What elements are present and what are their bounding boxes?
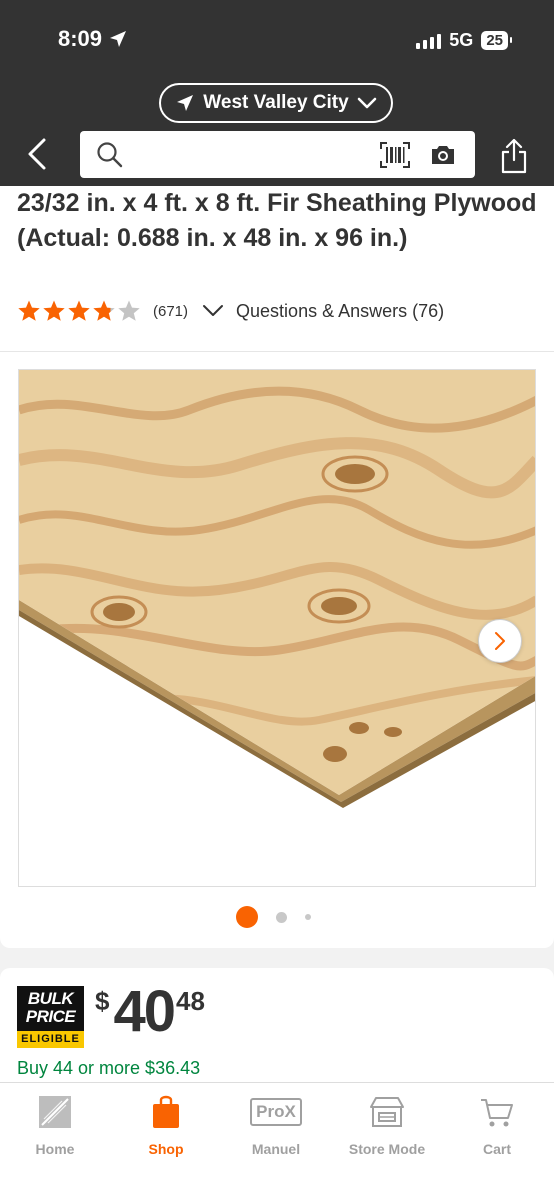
- share-button[interactable]: [498, 138, 530, 174]
- status-time: 8:09: [58, 26, 128, 52]
- chevron-down-icon[interactable]: [202, 304, 224, 318]
- pagination-dot[interactable]: [304, 914, 311, 920]
- tab-home-label: Home: [35, 1141, 75, 1157]
- product-title: 23/32 in. x 4 ft. x 8 ft. Fir Sheathing …: [17, 189, 537, 252]
- chevron-left-icon: [28, 138, 46, 170]
- gallery-pagination: [0, 906, 550, 928]
- badge-line-3: ELIGIBLE: [17, 1031, 84, 1048]
- tab-manuel[interactable]: ProX Manuel: [226, 1093, 326, 1157]
- location-arrow-icon: [110, 31, 127, 47]
- product-panel: 23/32 in. x 4 ft. x 8 ft. Fir Sheathing …: [0, 186, 554, 948]
- rating-row: (671) Questions & Answers (76): [17, 299, 444, 323]
- store-icon: [370, 1097, 404, 1127]
- tab-manuel-label: Manuel: [251, 1141, 301, 1157]
- tab-store-mode[interactable]: Store Mode: [337, 1093, 437, 1157]
- back-button[interactable]: [22, 136, 56, 172]
- search-bar[interactable]: [80, 131, 475, 178]
- star-icon: [93, 300, 115, 321]
- pagination-dot[interactable]: [235, 906, 258, 928]
- product-image[interactable]: [18, 369, 536, 887]
- home-depot-logo-icon: [39, 1096, 71, 1128]
- badge-line-2: PRICE: [25, 1007, 76, 1026]
- tab-shop[interactable]: Shop: [116, 1093, 216, 1157]
- camera-icon[interactable]: [430, 144, 456, 166]
- bottom-tab-bar: Home Shop ProX Manuel Store Mode Cart: [0, 1082, 554, 1201]
- price-dollars: 40: [113, 979, 175, 1044]
- star-icon: [68, 300, 90, 321]
- price: $ 40 48: [95, 980, 205, 1044]
- price-cents: 48: [175, 986, 205, 1016]
- share-icon: [501, 138, 527, 174]
- prox-icon: ProX: [250, 1098, 302, 1126]
- bulk-offer-text: Buy 44 or more $36.43: [17, 1058, 201, 1078]
- status-time-text: 8:09: [58, 26, 103, 51]
- location-label: West Valley City: [203, 92, 349, 113]
- prox-icon-text: ProX: [256, 1102, 296, 1121]
- divider: [0, 351, 554, 352]
- star-icon: [43, 300, 65, 321]
- search-input[interactable]: [132, 139, 376, 171]
- chevron-down-icon: [357, 97, 376, 109]
- next-image-button[interactable]: [478, 619, 522, 663]
- chevron-right-icon: [495, 632, 505, 650]
- cart-icon: [481, 1099, 513, 1127]
- bulk-price-badge: BULK PRICE ELIGIBLE: [17, 986, 84, 1048]
- location-arrow-icon: [177, 95, 194, 111]
- star-icon: [118, 300, 140, 321]
- barcode-scan-icon[interactable]: [380, 142, 410, 168]
- tab-home[interactable]: Home: [5, 1093, 105, 1157]
- tab-cart[interactable]: Cart: [447, 1093, 547, 1157]
- star-rating[interactable]: [17, 299, 141, 323]
- app-header: 8:09 5G 25 West Valley City: [0, 0, 554, 186]
- shopping-bag-icon: [153, 1095, 179, 1128]
- location-selector[interactable]: West Valley City: [159, 83, 393, 123]
- search-icon: [97, 142, 123, 168]
- battery-icon: 25: [481, 31, 512, 50]
- network-label: 5G: [449, 30, 474, 50]
- pagination-dot[interactable]: [275, 911, 287, 923]
- tab-store-mode-label: Store Mode: [348, 1141, 426, 1157]
- badge-line-1: BULK: [27, 989, 74, 1008]
- star-icon: [18, 300, 40, 321]
- status-indicators: 5G 25: [416, 30, 512, 51]
- plywood-photo: [19, 370, 535, 886]
- questions-answers-link[interactable]: Questions & Answers (76): [236, 301, 444, 322]
- price-currency: $: [95, 986, 110, 1016]
- tab-shop-label: Shop: [148, 1141, 184, 1157]
- signal-icon: [416, 33, 442, 49]
- tab-cart-label: Cart: [482, 1141, 511, 1157]
- review-count[interactable]: (671): [153, 303, 188, 320]
